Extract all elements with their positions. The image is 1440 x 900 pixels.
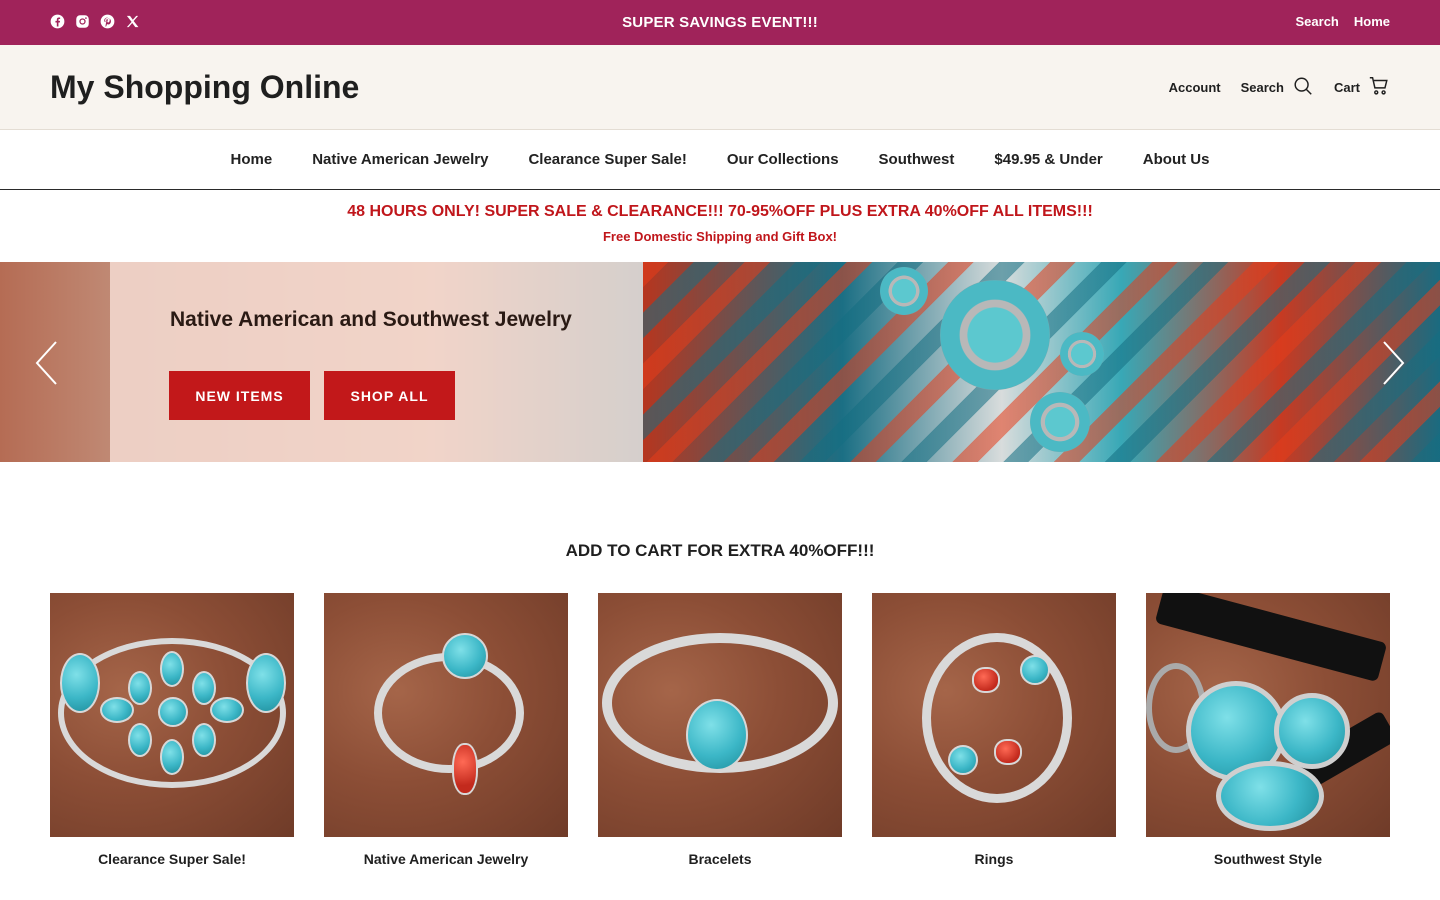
collection-card-southwest-style[interactable]: Southwest Style <box>1146 593 1390 867</box>
turquoise-stone <box>246 653 286 713</box>
coral-stone <box>994 739 1022 765</box>
promo-subline: Free Domestic Shipping and Gift Box! <box>602 229 838 244</box>
collection-label: Clearance Super Sale! <box>98 851 246 867</box>
turquoise-stone <box>128 723 152 757</box>
announcement-text: SUPER SAVINGS EVENT!!! <box>622 14 818 31</box>
collection-card-native-american-jewelry[interactable]: Native American Jewelry <box>324 593 568 867</box>
nav-item-clearance-super-sale[interactable]: Clearance Super Sale! <box>528 130 686 190</box>
collection-label: Bracelets <box>688 851 752 867</box>
collection-label: Southwest Style <box>1213 851 1323 867</box>
cart-label: Cart <box>1333 80 1360 95</box>
turquoise-stone <box>210 697 244 723</box>
account-label: Account <box>1168 80 1221 95</box>
turquoise-concho <box>1216 761 1324 831</box>
collection-image <box>50 593 294 837</box>
collection-label: Native American Jewelry <box>363 851 529 867</box>
nav-item-southwest[interactable]: Southwest <box>879 130 955 190</box>
search-button[interactable]: Search <box>1241 75 1314 100</box>
turquoise-stone <box>158 697 188 727</box>
hero-title: Native American and Southwest Jewelry <box>170 308 572 331</box>
collection-card-rings[interactable]: Rings <box>872 593 1116 867</box>
coral-stone <box>452 743 478 795</box>
turquoise-stone <box>100 697 134 723</box>
hero-jewelry-drop-3 <box>1060 332 1104 376</box>
nav-item-under-4995[interactable]: $49.95 & Under <box>994 130 1102 190</box>
collection-image <box>324 593 568 837</box>
chevron-right-icon <box>1383 341 1405 385</box>
utility-links: Search Home <box>1296 14 1391 29</box>
collection-image <box>1146 593 1390 837</box>
new-items-button[interactable]: NEW ITEMS <box>169 371 310 420</box>
announcement-bar: SUPER SAVINGS EVENT!!! Search Home <box>0 0 1440 45</box>
coral-stone <box>972 667 1000 693</box>
collection-image <box>872 593 1116 837</box>
section-title: ADD TO CART FOR EXTRA 40%OFF!!! <box>565 541 875 560</box>
turquoise-stone <box>128 671 152 705</box>
header-tools: Account Search Cart <box>1169 75 1390 100</box>
cart-link[interactable]: Cart <box>1334 75 1390 100</box>
shop-all-button[interactable]: SHOP ALL <box>324 371 455 420</box>
top-search-link[interactable]: Search <box>1296 14 1339 29</box>
main-nav: Home Native American Jewelry Clearance S… <box>0 130 1440 191</box>
account-link[interactable]: Account <box>1169 80 1221 95</box>
collection-label: Rings <box>974 851 1014 867</box>
site-logo[interactable]: My Shopping Online <box>50 69 359 106</box>
turquoise-stone <box>192 723 216 757</box>
hero-slideshow: Native American and Southwest Jewelry NE… <box>0 262 1440 462</box>
slideshow-prev-button[interactable] <box>34 340 60 386</box>
cart-icon <box>1368 75 1390 100</box>
collection-image <box>598 593 842 837</box>
collection-card-bracelets[interactable]: Bracelets <box>598 593 842 867</box>
hero-jewelry-pendant <box>940 280 1050 390</box>
turquoise-stone <box>192 671 216 705</box>
turquoise-stone <box>60 653 100 713</box>
hero-overlay <box>110 262 643 462</box>
nav-item-native-american-jewelry[interactable]: Native American Jewelry <box>312 130 488 190</box>
hero-jewelry-drop-2 <box>880 267 928 315</box>
nav-item-home[interactable]: Home <box>230 130 272 191</box>
slideshow-next-button[interactable] <box>1380 340 1406 386</box>
promo-banner: 48 HOURS ONLY! SUPER SALE & CLEARANCE!!!… <box>0 190 1440 262</box>
top-home-link[interactable]: Home <box>1354 14 1390 29</box>
nav-item-about-us[interactable]: About Us <box>1143 130 1210 190</box>
turquoise-concho <box>1274 693 1350 769</box>
collection-grid: Clearance Super Sale! Native American Je… <box>50 593 1390 867</box>
collection-card-clearance[interactable]: Clearance Super Sale! <box>50 593 294 867</box>
turquoise-stone <box>1020 655 1050 685</box>
nav-item-our-collections[interactable]: Our Collections <box>727 130 839 190</box>
turquoise-stone <box>948 745 978 775</box>
site-header: My Shopping Online Account Search Cart <box>0 45 1440 130</box>
turquoise-stone <box>442 633 488 679</box>
promo-headline: 48 HOURS ONLY! SUPER SALE & CLEARANCE!!!… <box>347 203 1093 220</box>
turquoise-stone <box>686 699 748 771</box>
turquoise-stone <box>160 651 184 687</box>
ring-band <box>922 633 1072 803</box>
chevron-left-icon <box>35 341 57 385</box>
hero-jewelry-drop-1 <box>1030 392 1090 452</box>
search-label: Search <box>1240 80 1284 95</box>
search-icon <box>1292 75 1314 100</box>
turquoise-stone <box>160 739 184 775</box>
